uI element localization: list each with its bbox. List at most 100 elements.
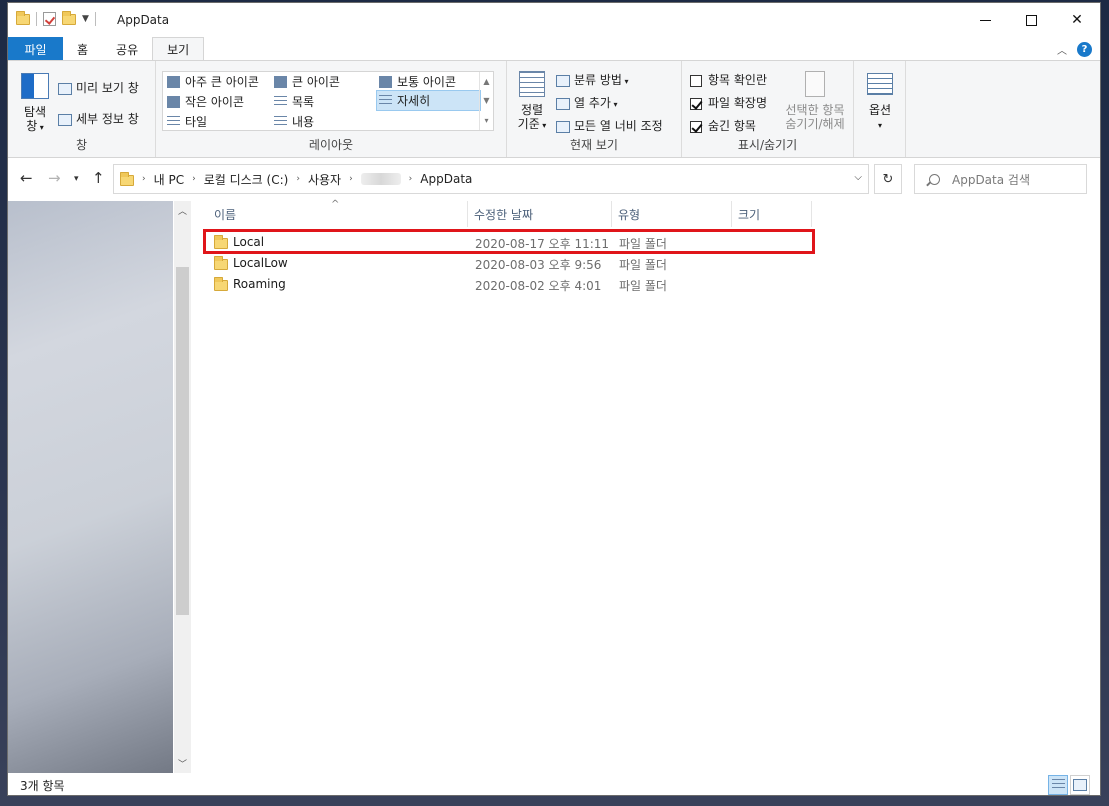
hidden-items-checkbox[interactable] [690, 120, 702, 133]
chevron-right-icon[interactable]: › [142, 174, 146, 184]
table-row[interactable]: Roaming 2020-08-02 오후 4:01 파일 폴더 [204, 274, 812, 295]
status-bar: 3개 항목 [8, 773, 1100, 795]
group-show-hide: 항목 확인란 파일 확장명 숨긴 항목 선택한 항목 숨기기/해제 표시/숨기기 [682, 61, 854, 157]
search-placeholder: AppData 검색 [952, 172, 1030, 187]
file-extensions-checkbox[interactable] [690, 97, 702, 110]
address-folder-icon [120, 172, 134, 186]
help-icon[interactable]: ? [1077, 41, 1092, 57]
layout-tiles[interactable]: 타일 [167, 113, 207, 130]
refresh-button[interactable]: ↻ [874, 164, 902, 194]
layout-content[interactable]: 내용 [274, 113, 314, 130]
breadcrumb-local-disk[interactable]: 로컬 디스크 (C:) [204, 171, 289, 188]
details-icon [379, 94, 392, 107]
up-button[interactable]: ↑ [92, 169, 105, 187]
tab-share[interactable]: 공유 [102, 37, 152, 61]
file-extensions-toggle[interactable]: 파일 확장명 [690, 94, 767, 111]
refresh-icon: ↻ [882, 171, 894, 187]
folder-icon [214, 277, 228, 291]
close-button[interactable]: ✕ [1054, 3, 1100, 37]
group-by-button[interactable]: 분류 방법 ▾ [556, 71, 629, 88]
layout-extra-large-icons[interactable]: 아주 큰 아이콘 [167, 73, 259, 90]
details-pane-button[interactable]: 세부 정보 창 [58, 110, 139, 127]
group-label-layout: 레이아웃 [308, 138, 354, 152]
folder-icon [214, 256, 228, 270]
item-checkboxes-toggle[interactable]: 항목 확인란 [690, 71, 767, 88]
chevron-right-icon[interactable]: › [409, 174, 413, 184]
layout-medium-icons[interactable]: 보통 아이콘 [379, 73, 456, 90]
layout-details[interactable]: 자세히 [376, 90, 481, 111]
toolbar-divider [94, 12, 96, 26]
layout-gallery: 아주 큰 아이콘 큰 아이콘 보통 아이콘 작은 아이콘 목록 자세히 타일 내… [162, 71, 494, 131]
breadcrumb-username-redacted[interactable] [360, 173, 401, 185]
sort-by-label-2: 기준 [517, 117, 540, 131]
chevron-right-icon[interactable]: › [296, 174, 300, 184]
hide-selected-label: 선택한 항목 [785, 103, 845, 117]
details-pane-icon [58, 113, 72, 126]
options-button[interactable]: 옵션 ▾ [862, 73, 898, 133]
column-header-size[interactable]: 크기 [732, 201, 812, 227]
close-icon: ✕ [1071, 12, 1083, 28]
chevron-right-icon[interactable]: › [192, 174, 196, 184]
options-label: 옵션 [868, 103, 892, 117]
layout-small-icons[interactable]: 작은 아이콘 [167, 93, 244, 110]
scroll-up-icon[interactable]: ▲ [483, 77, 489, 86]
tab-view[interactable]: 보기 [152, 37, 205, 61]
minimize-button[interactable] [962, 3, 1008, 37]
forward-button[interactable]: → [48, 169, 61, 187]
nav-pane-scrollbar[interactable]: ︿ ﹀ [174, 201, 191, 773]
breadcrumb-appdata[interactable]: AppData [420, 172, 472, 186]
layout-list[interactable]: 목록 [274, 93, 314, 110]
large-icons-view-button[interactable] [1070, 775, 1090, 795]
hide-selected-button[interactable]: 선택한 항목 숨기기/해제 [779, 71, 851, 131]
scroll-down-icon[interactable]: ﹀ [174, 757, 191, 770]
collapse-ribbon-icon[interactable]: ︿ [1057, 42, 1067, 57]
breadcrumb-users[interactable]: 사용자 [308, 171, 341, 188]
toolbar-divider [36, 12, 37, 26]
tab-home[interactable]: 홈 [63, 37, 102, 61]
nav-pane-label: 탐색 [23, 105, 47, 119]
details-view-button[interactable] [1048, 775, 1068, 795]
search-box[interactable]: AppData 검색 [914, 164, 1087, 194]
preview-pane-button[interactable]: 미리 보기 창 [58, 79, 139, 96]
size-columns-button[interactable]: 모든 열 너비 조정 [556, 117, 663, 134]
new-folder-icon[interactable] [62, 10, 76, 25]
add-columns-button[interactable]: 열 추가 ▾ [556, 94, 618, 111]
hidden-items-toggle[interactable]: 숨긴 항목 [690, 117, 756, 134]
file-modified-cell: 2020-08-03 오후 9:56 [475, 258, 602, 272]
customize-toolbar-icon[interactable]: ▼ [82, 14, 89, 24]
navigation-pane[interactable] [8, 201, 173, 773]
nav-pane-label-2: 창 [26, 119, 38, 133]
file-name-cell: LocalLow [214, 256, 288, 270]
address-bar[interactable]: › 내 PC › 로컬 디스크 (C:) › 사용자 › › AppData ⌵ [113, 164, 869, 194]
preview-pane-icon [58, 82, 72, 95]
chevron-right-icon[interactable]: › [349, 174, 353, 184]
sort-by-button[interactable]: 정렬 기준 ▾ [515, 71, 549, 133]
address-dropdown-icon[interactable]: ⌵ [854, 172, 862, 183]
table-row[interactable]: LocalLow 2020-08-03 오후 9:56 파일 폴더 [204, 253, 812, 274]
layout-gallery-scroll[interactable]: ▲ ▼ ▾ [479, 72, 493, 130]
item-checkboxes-checkbox[interactable] [690, 74, 702, 87]
nav-pane-icon [21, 73, 49, 99]
file-type-cell: 파일 폴더 [619, 258, 667, 272]
ribbon: 탐색 창 ▾ 미리 보기 창 세부 정보 창 창 아주 큰 아이콘 큰 아이콘 … [8, 60, 1100, 158]
recent-locations-icon[interactable]: ▾ [74, 174, 79, 184]
scroll-down-icon[interactable]: ▼ [483, 96, 489, 105]
size-columns-icon [556, 120, 570, 133]
layout-large-icons[interactable]: 큰 아이콘 [274, 73, 340, 90]
add-columns-icon [556, 97, 570, 110]
group-options: 옵션 ▾ [854, 61, 906, 157]
back-button[interactable]: ← [20, 169, 33, 187]
title-bar: ▼ AppData ✕ [8, 3, 1100, 37]
maximize-button[interactable] [1008, 3, 1054, 37]
properties-icon[interactable] [43, 12, 56, 26]
scrollbar-thumb[interactable] [176, 267, 189, 615]
column-header-type[interactable]: 유형 [612, 201, 732, 227]
tab-file[interactable]: 파일 [8, 37, 63, 61]
gallery-expand-icon[interactable]: ▾ [484, 116, 488, 125]
nav-pane-button[interactable]: 탐색 창 ▾ [18, 73, 52, 135]
group-label-show-hide: 표시/숨기기 [737, 138, 798, 152]
column-header-modified[interactable]: 수정한 날짜 [468, 201, 612, 227]
scroll-up-icon[interactable]: ︿ [174, 204, 191, 217]
column-header-name[interactable]: 이름 [208, 201, 468, 227]
breadcrumb-this-pc[interactable]: 내 PC [154, 171, 184, 188]
